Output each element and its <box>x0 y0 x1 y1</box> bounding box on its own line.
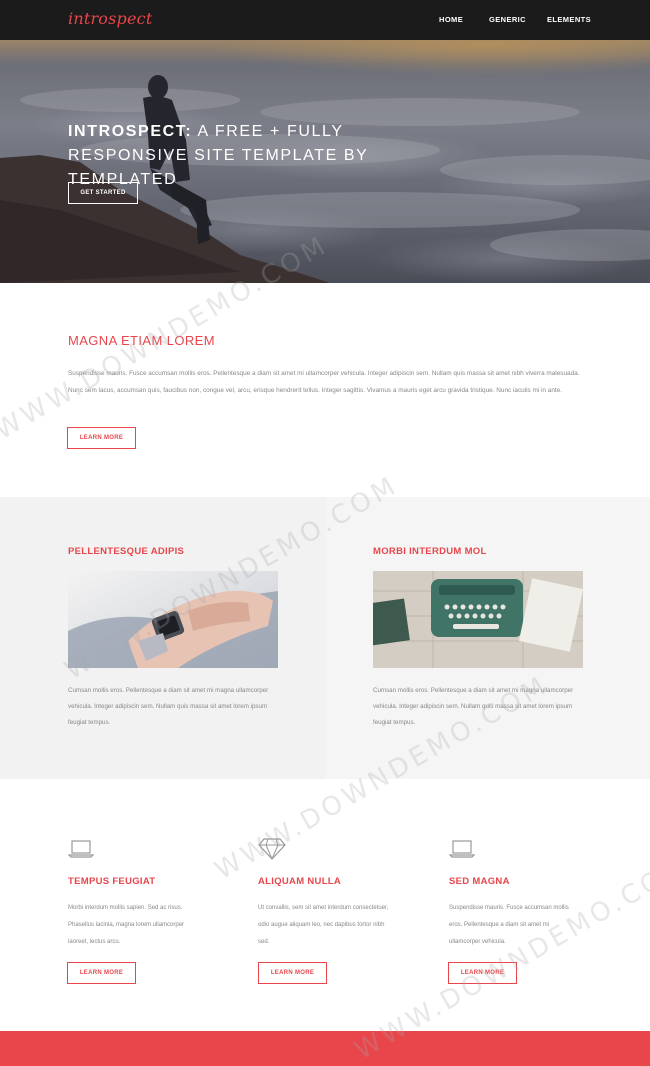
two-column-section: Pellentesque adipis Cumsan mollis eros. … <box>0 497 650 779</box>
left-column-text: Cumsan mollis eros. Pellentesque a diam … <box>68 687 269 726</box>
get-started-button[interactable]: Get Started <box>68 182 138 204</box>
typewriter-image <box>373 571 583 668</box>
hero-title-bold: Introspect: <box>68 123 193 140</box>
right-column-text: Cumsan mollis eros. Pellentesque a diam … <box>373 687 574 726</box>
feature-text: Morbi interdum mollis sapien. Sed ac ris… <box>68 905 185 945</box>
site-logo[interactable]: introspect <box>68 9 152 28</box>
smartwatch-image <box>68 571 278 668</box>
site-header: introspect Home Generic Elements <box>0 0 650 40</box>
nav-elements[interactable]: Elements <box>547 15 591 24</box>
feature-title-sed-magna: Sed Magna <box>449 876 510 887</box>
left-column-title: Pellentesque adipis <box>68 546 185 557</box>
feature-text: Suspendisse mauris. Fusce accumsan molli… <box>449 905 569 945</box>
feature-learn-more-button[interactable]: Learn More <box>448 962 517 984</box>
diamond-icon <box>258 838 286 860</box>
section1-body: Suspendisse mauris. Fusce accumsan molli… <box>68 370 580 394</box>
nav-generic[interactable]: Generic <box>489 15 526 24</box>
feature-title-tempus-feugiat: Tempus Feugiat <box>68 876 156 887</box>
section1-learn-more-button[interactable]: Learn More <box>67 427 136 449</box>
right-column-title: Morbi interdum mol <box>373 546 487 557</box>
feature-learn-more-button[interactable]: Learn More <box>67 962 136 984</box>
section1-title: Magna Etiam Lorem <box>68 333 215 348</box>
laptop-icon <box>449 840 475 858</box>
laptop-icon <box>68 840 94 858</box>
feature-learn-more-button[interactable]: Learn More <box>258 962 327 984</box>
footer-band <box>0 1031 650 1066</box>
feature-text: Ut convallis, sem sit amet interdum cons… <box>258 905 389 945</box>
feature-title-aliquam-nulla: Aliquam Nulla <box>258 876 342 887</box>
hero-banner: Introspect: A free + fully responsive si… <box>0 40 650 283</box>
nav-home[interactable]: Home <box>439 15 463 24</box>
